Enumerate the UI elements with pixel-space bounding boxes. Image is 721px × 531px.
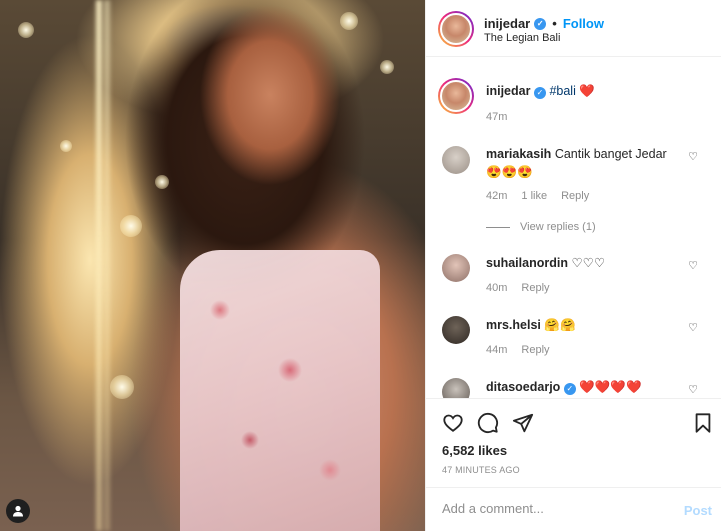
heart-outline-icon[interactable]: ♡ [688, 259, 698, 272]
commenter-avatar[interactable] [442, 146, 470, 174]
likes-count[interactable]: 6,582 likes [442, 443, 507, 458]
author-avatar[interactable] [438, 11, 474, 47]
commenter-avatar[interactable] [442, 316, 470, 344]
bokeh-light [110, 375, 134, 399]
view-replies-label: View replies (1) [520, 221, 596, 233]
bookmark-icon[interactable] [692, 412, 714, 434]
paper-plane-icon[interactable] [512, 412, 534, 434]
commenter-username[interactable]: mrs.helsi [486, 318, 541, 332]
commenter-username[interactable]: suhailanordin [486, 256, 568, 270]
heart-outline-icon[interactable]: ♡ [688, 321, 698, 334]
comments-list[interactable]: inijedar ✓ #bali ❤️ 47m mariakasih Canti… [426, 58, 721, 398]
caption-text: inijedar ✓ #bali ❤️ [486, 82, 688, 100]
bokeh-light [60, 140, 72, 152]
commenter-avatar[interactable] [442, 254, 470, 282]
speech-bubble-icon[interactable] [477, 412, 499, 434]
post-header: inijedar ✓ • Follow The Legian Bali [426, 0, 721, 57]
comment-composer: Post [426, 487, 721, 531]
string-lights [104, 0, 110, 531]
comment-meta: 44m Reply [486, 344, 550, 356]
view-replies-button[interactable]: View replies (1) [486, 221, 596, 233]
comment-likes[interactable]: 1 like [521, 190, 547, 202]
comment-text: ditasoedarjo ✓ ❤️❤️❤️❤️ [486, 378, 688, 396]
caption-username[interactable]: inijedar [486, 84, 530, 98]
caption-hashtag[interactable]: #bali [549, 84, 575, 98]
comment-meta: 40m Reply [486, 282, 550, 294]
reply-button[interactable]: Reply [561, 190, 589, 202]
heart-outline-icon[interactable] [442, 412, 464, 434]
heart-outline-icon[interactable]: ♡ [688, 383, 698, 396]
comment-content: ❤️❤️❤️❤️ [579, 380, 642, 394]
replies-divider [486, 226, 510, 228]
comment-text: suhailanordin ♡♡♡ [486, 254, 688, 272]
comment-emoji: 😍😍😍 [486, 165, 533, 179]
verified-badge-icon: ✓ [534, 17, 547, 30]
post-actions: 6,582 likes 47 MINUTES AGO [426, 398, 721, 486]
verified-badge-icon: ✓ [563, 383, 576, 395]
bokeh-light [155, 175, 169, 189]
heart-outline-icon[interactable]: ♡ [688, 150, 698, 163]
commenter-username[interactable]: mariakasih [486, 147, 551, 161]
comment-time[interactable]: 42m [486, 190, 507, 202]
post-detail-panel: inijedar ✓ • Follow The Legian Bali inij… [425, 0, 721, 531]
floral-dress [180, 250, 380, 531]
reply-button[interactable]: Reply [521, 282, 549, 294]
account-button[interactable] [6, 499, 30, 523]
user-icon [13, 505, 23, 517]
comment-item: suhailanordin ♡♡♡ ♡ 40m Reply [426, 250, 721, 300]
string-lights [96, 0, 102, 531]
separator-dot: • [552, 16, 557, 31]
comment-text: mrs.helsi 🤗🤗 [486, 316, 688, 334]
author-username[interactable]: inijedar [484, 16, 530, 31]
caption-emoji: ❤️ [579, 84, 595, 98]
post-photo[interactable] [0, 0, 425, 531]
bokeh-light [340, 12, 358, 30]
post-button[interactable]: Post [684, 503, 712, 518]
header-user-line: inijedar ✓ • Follow [484, 16, 604, 31]
reply-button[interactable]: Reply [521, 344, 549, 356]
comment-item: mariakasih Cantik banget Jedar 😍😍😍 ♡ 42m… [426, 140, 721, 236]
comment-content: Cantik banget Jedar [554, 147, 667, 161]
follow-button[interactable]: Follow [563, 16, 604, 31]
commenter-username[interactable]: ditasoedarjo [486, 380, 560, 394]
comment-content: ♡♡♡ [571, 256, 606, 270]
bokeh-light [120, 215, 142, 237]
comment-time[interactable]: 44m [486, 344, 507, 356]
post-location[interactable]: The Legian Bali [484, 32, 560, 44]
comment-time[interactable]: 40m [486, 282, 507, 294]
post-timestamp[interactable]: 47 MINUTES AGO [442, 465, 520, 475]
caption-time[interactable]: 47m [486, 111, 507, 123]
bokeh-light [18, 22, 34, 38]
author-avatar[interactable] [438, 78, 474, 114]
comment-item: ditasoedarjo ✓ ❤️❤️❤️❤️ ♡ [426, 376, 721, 398]
comment-text: mariakasih Cantik banget Jedar 😍😍😍 [486, 145, 688, 181]
caption-meta: 47m [486, 111, 507, 123]
comment-content: 🤗🤗 [544, 318, 576, 332]
commenter-avatar[interactable] [442, 378, 470, 398]
comment-input[interactable] [442, 501, 662, 516]
comment-item: mrs.helsi 🤗🤗 ♡ 44m Reply [426, 312, 721, 362]
verified-badge-icon: ✓ [533, 87, 546, 99]
caption: inijedar ✓ #bali ❤️ 47m [426, 58, 721, 128]
bokeh-light [380, 60, 394, 74]
comment-meta: 42m 1 like Reply [486, 190, 589, 202]
